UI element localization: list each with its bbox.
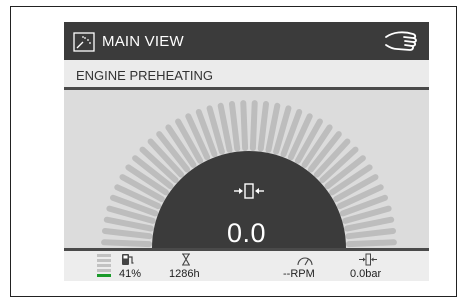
hours-indicator: 1286h [167,251,217,281]
fuel-level-bars [97,254,111,278]
fuel-level-segment [97,254,111,257]
rpm-value: --RPM [283,268,315,280]
fuel-pump-icon [122,254,134,265]
fuel-level-segment [97,264,111,267]
touch-hand-icon[interactable] [383,28,421,54]
fuel-level-segment [97,269,111,272]
main-view-icon [73,32,95,52]
pressure-value: 0.0bar [350,268,382,280]
fuel-indicator: 41% [119,251,159,281]
gauge-tick [249,100,258,152]
page-title: MAIN VIEW [102,33,184,50]
hourglass-icon [182,253,190,266]
status-row: ENGINE PREHEATING [64,60,429,90]
gauge-tick [229,101,241,152]
actuator-icon [234,183,264,199]
screen-frame: MAIN VIEW ENGINE PREHEATING 0.0 41% 1286… [10,6,457,297]
rpm-indicator: --RPM [282,251,342,281]
gauge-tick [240,100,249,152]
actuator-small-icon [359,253,377,266]
fuel-level-segment [97,259,111,262]
speedometer-icon [297,257,313,266]
status-text: ENGINE PREHEATING [76,68,214,83]
pressure-indicator: 0.0bar [346,251,396,281]
bottom-bar: 41% 1286h --RPM 0.0bar [64,248,429,281]
title-bar: MAIN VIEW [64,22,429,60]
hours-value: 1286h [169,268,200,280]
fuel-level-segment [97,274,111,277]
gauge-area: 0.0 [64,90,429,248]
display-panel: MAIN VIEW ENGINE PREHEATING 0.0 41% 1286… [64,22,429,281]
fuel-value: 41% [119,268,142,280]
gauge-value: 0.0 [226,218,267,248]
gauge-tick [257,101,269,152]
